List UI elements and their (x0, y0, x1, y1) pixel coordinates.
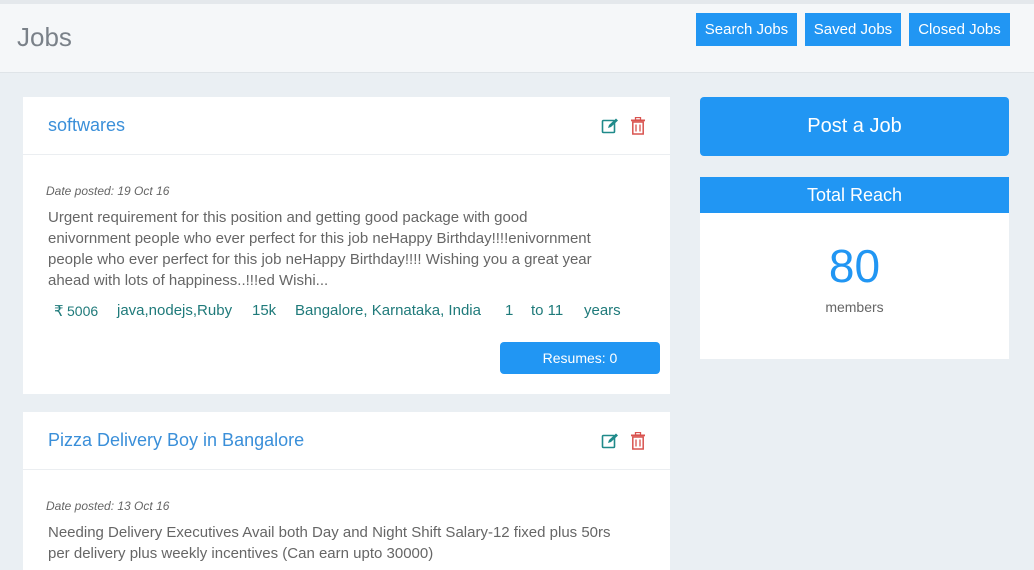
reach-count: 80 (828, 240, 881, 292)
reach-label: members (825, 299, 884, 315)
job-meta-row: ₹ 5006 java,nodejs,Ruby 15k Bangalore, K… (23, 302, 670, 322)
page-header: Jobs Search Jobs Saved Jobs Closed Jobs (0, 4, 1034, 73)
job-card-header: softwares (23, 97, 670, 155)
job-title-link[interactable]: softwares (48, 115, 125, 136)
total-reach-title: Total Reach (700, 177, 1009, 213)
page-title: Jobs (17, 22, 72, 52)
job-title-link[interactable]: Pizza Delivery Boy in Bangalore (48, 430, 304, 451)
description-line: ahead with lots of happiness..!!!ed Wish… (48, 272, 329, 289)
job-date: Date posted: 13 Oct 16 (46, 499, 170, 513)
description-line: enivornment people who ever perfect for … (48, 230, 591, 247)
trash-icon[interactable] (630, 432, 646, 450)
job-exp-max: to 11 (531, 302, 564, 319)
description-line: people who ever perfect for this job neH… (48, 251, 592, 268)
job-card-header: Pizza Delivery Boy in Bangalore (23, 412, 670, 470)
job-salary: 5006 (67, 303, 99, 319)
trash-icon[interactable] (630, 117, 646, 135)
edit-icon[interactable] (601, 117, 619, 135)
resumes-button[interactable]: Resumes: 0 (500, 342, 660, 374)
job-location: Bangalore, Karnataka, India (295, 302, 481, 319)
total-reach-panel: Total Reach 80 members (700, 177, 1009, 359)
job-package: 15k (252, 302, 277, 319)
job-card: Pizza Delivery Boy in Bangalore Date pos… (23, 412, 670, 570)
job-skills: java,nodejs,Ruby (117, 302, 233, 319)
job-description: Urgent requirement for this position and… (48, 207, 648, 291)
post-job-button[interactable]: Post a Job (700, 97, 1009, 156)
job-exp-unit: years (584, 302, 621, 319)
description-line: Needing Delivery Executives Avail both D… (48, 524, 611, 541)
job-exp-min: 1 (505, 302, 514, 319)
job-description: Needing Delivery Executives Avail both D… (48, 522, 648, 564)
closed-jobs-button[interactable]: Closed Jobs (909, 13, 1010, 46)
job-date: Date posted: 19 Oct 16 (46, 184, 170, 198)
description-line: per delivery plus weekly incentives (Can… (48, 545, 434, 562)
job-card: softwares Date posted: 19 Oct 16 Urgent … (23, 97, 670, 394)
rupee-icon: ₹ (54, 303, 64, 320)
saved-jobs-button[interactable]: Saved Jobs (805, 13, 901, 46)
edit-icon[interactable] (601, 432, 619, 450)
search-jobs-button[interactable]: Search Jobs (696, 13, 797, 46)
description-line: Urgent requirement for this position and… (48, 209, 528, 226)
